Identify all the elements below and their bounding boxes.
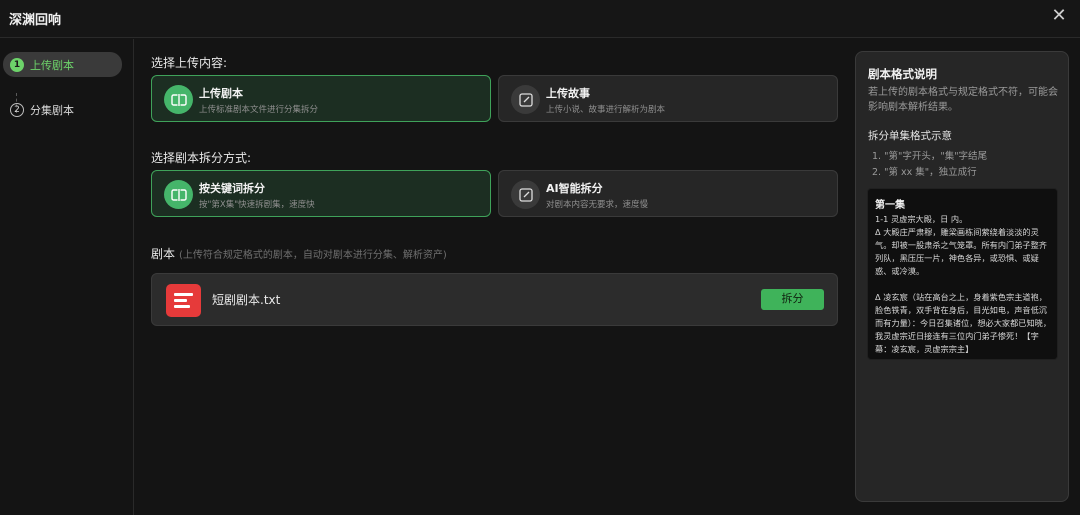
steps-sidebar: 1 上传剧本 2 分集剧本 [0, 39, 134, 515]
option-subtitle: 对剧本内容无要求，速度慢 [546, 200, 649, 210]
title-bar: 深渊回响 ✕ [0, 0, 1080, 38]
format-sample-box: 第一集 1-1 灵虚宗大殿，日 内。 Δ 大殿庄严肃穆，雕梁画栋间萦绕着淡淡的灵… [867, 188, 1058, 360]
sample-title: 第一集 [875, 200, 905, 211]
file-name: 短剧剧本.txt [212, 293, 281, 307]
option-upload-story[interactable]: 上传故事 上传小说、故事进行解析为剧本 [498, 75, 838, 122]
option-title: 上传剧本 [199, 87, 243, 100]
split-keyword-icon [164, 180, 193, 209]
close-icon[interactable]: ✕ [1048, 5, 1070, 27]
text-file-icon [166, 284, 201, 317]
format-rule: 1. "第"字开头，"集"字结尾 [872, 151, 988, 162]
sample-body: 1-1 灵虚宗大殿，日 内。 Δ 大殿庄严肃穆，雕梁画栋间萦绕着淡淡的灵气。却被… [875, 214, 1052, 354]
step-number: 1 [10, 57, 24, 72]
step-label: 分集剧本 [30, 103, 74, 117]
option-subtitle: 上传标准剧本文件进行分集拆分 [199, 105, 319, 115]
step-label: 上传剧本 [30, 58, 74, 72]
split-button[interactable]: 拆分 [761, 289, 824, 310]
step-number: 2 [10, 102, 24, 117]
uploaded-file-row: 短剧剧本.txt 拆分 [151, 273, 838, 326]
split-section-label: 选择剧本拆分方式: [151, 151, 252, 165]
upload-section-label: 选择上传内容: [151, 56, 228, 70]
script-section-hint: (上传符合规定格式的剧本，自动对剧本进行分集、解析资产) [179, 250, 447, 261]
format-rule: 2. "第 xx 集"，独立成行 [872, 167, 977, 178]
script-upload-icon [164, 85, 193, 114]
edit-document-icon [511, 85, 540, 114]
option-ai-split[interactable]: AI智能拆分 对剧本内容无要求，速度慢 [498, 170, 838, 217]
step-episode-script[interactable]: 2 分集剧本 [3, 97, 122, 122]
format-panel-title: 剧本格式说明 [868, 67, 937, 81]
option-upload-script[interactable]: 上传剧本 上传标准剧本文件进行分集拆分 [151, 75, 491, 122]
option-subtitle: 上传小说、故事进行解析为剧本 [546, 105, 666, 115]
option-subtitle: 按"第X集"快速拆剧集，速度快 [199, 200, 315, 210]
script-section-label: 剧本 [151, 247, 176, 261]
format-help-panel: 剧本格式说明 若上传的剧本格式与规定格式不符，可能会影响剧本解析结果。 拆分单集… [855, 51, 1069, 502]
format-panel-description: 若上传的剧本格式与规定格式不符，可能会影响剧本解析结果。 [868, 87, 1058, 113]
option-title: 上传故事 [546, 87, 590, 100]
option-keyword-split[interactable]: 按关键词拆分 按"第X集"快速拆剧集，速度快 [151, 170, 491, 217]
option-title: 按关键词拆分 [199, 182, 265, 195]
window-title: 深渊回响 [9, 13, 62, 28]
script-section-header: 剧本 (上传符合规定格式的剧本，自动对剧本进行分集、解析资产) [151, 245, 447, 262]
ai-edit-icon [511, 180, 540, 209]
option-title: AI智能拆分 [546, 182, 603, 195]
format-panel-subtitle: 拆分单集格式示意 [868, 130, 952, 142]
step-upload-script[interactable]: 1 上传剧本 [3, 52, 122, 77]
